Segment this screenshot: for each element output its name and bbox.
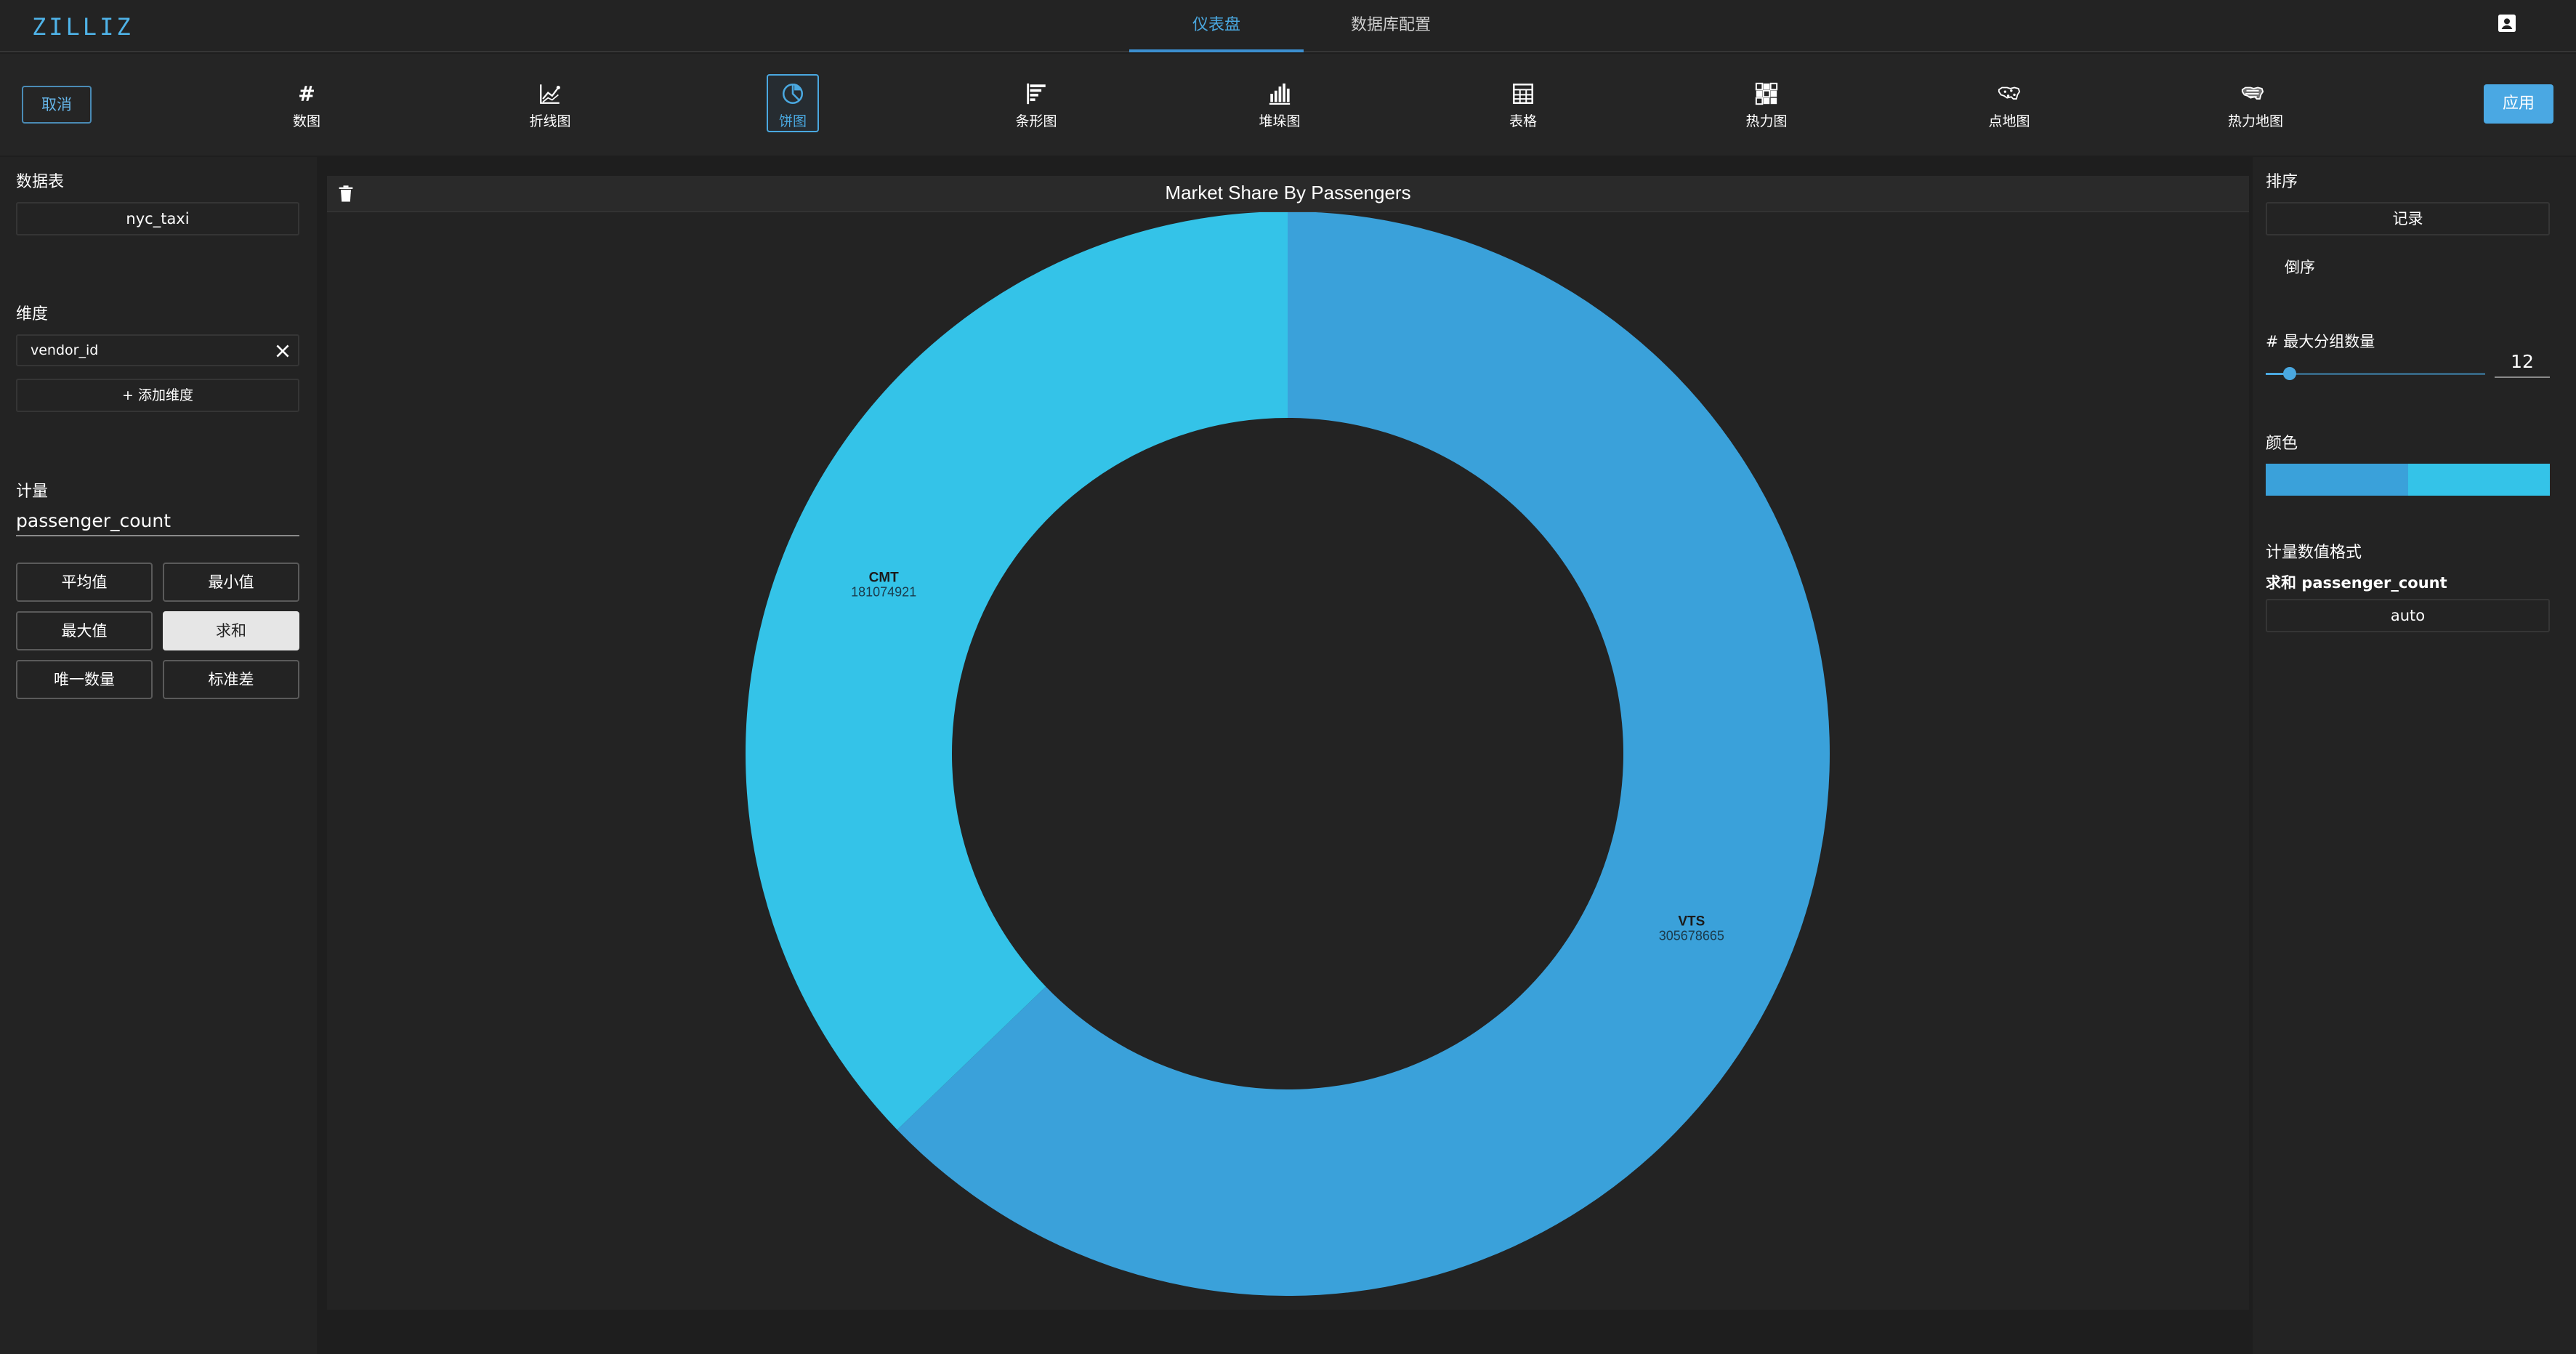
max-groups-slider-knob[interactable] — [2283, 367, 2296, 380]
color-swatch — [2407, 464, 2550, 496]
agg-sum-button[interactable]: 求和 — [163, 611, 299, 650]
bar-chart-icon — [1027, 83, 1046, 105]
point-map-icon — [1998, 86, 2021, 100]
max-groups-input[interactable]: 12 — [2495, 349, 2550, 378]
max-groups-slider-track[interactable] — [2266, 373, 2485, 375]
svg-text:#: # — [298, 82, 315, 106]
account-box-icon[interactable] — [2495, 12, 2519, 35]
chart-type-stacked[interactable]: 堆垛图 — [1253, 74, 1306, 132]
heat-map-icon — [2241, 86, 2264, 100]
top-nav: ZILLIZ 仪表盘 数据库配置 — [0, 0, 2576, 52]
format-measure-label: 求和 passenger_count — [2266, 574, 2447, 592]
cancel-button[interactable]: 取消 — [22, 86, 92, 124]
close-icon[interactable] — [273, 342, 292, 360]
sort-order-toggle[interactable]: 倒序 — [2285, 256, 2315, 278]
left-config-panel: 数据表 nyc_taxi 维度 vendor_id + 添加维度 计量 pass… — [0, 157, 317, 1354]
chart-card: Market Share By Passengers VTS 305678665 C… — [327, 176, 2249, 1310]
format-select[interactable]: auto — [2266, 599, 2550, 632]
table-section-title: 数据表 — [16, 173, 65, 191]
chart-type-point-map[interactable]: 点地图 — [1983, 74, 2035, 132]
table-select[interactable]: nyc_taxi — [16, 202, 299, 235]
chart-type-label: 堆垛图 — [1259, 113, 1301, 129]
chart-type-label: 点地图 — [1988, 113, 2030, 129]
slice-value-label: 181074921 — [851, 585, 916, 600]
pie-slice-cmt[interactable] — [746, 212, 1288, 1130]
tab-database-config[interactable]: 数据库配置 — [1304, 0, 1478, 52]
slice-label: CMT — [869, 571, 900, 586]
chart-type-label: 数图 — [292, 113, 320, 129]
chart-type-label: 热力图 — [1745, 113, 1788, 129]
hash-icon: # — [298, 82, 315, 106]
slice-value-label: 305678665 — [1659, 928, 1724, 943]
chart-type-bar[interactable]: 条形图 — [1010, 74, 1062, 132]
chart-type-label: 折线图 — [529, 113, 571, 129]
chart-type-table[interactable]: 表格 — [1497, 74, 1549, 132]
chart-type-heatmap[interactable]: 热力图 — [1740, 74, 1793, 132]
chart-toolbar: 取消 # 数图 折线图 饼图 条形图 堆垛图 表格 热力图 点地图 热力地图 应… — [0, 54, 2576, 156]
format-section-title: 计量数值格式 — [2266, 544, 2362, 562]
table-icon — [1512, 83, 1534, 105]
apply-button[interactable]: 应用 — [2484, 84, 2553, 124]
dimension-value: vendor_id — [31, 342, 99, 358]
agg-avg-button[interactable]: 平均值 — [16, 563, 153, 602]
slice-label: VTS — [1678, 914, 1705, 929]
heatmap-icon — [1755, 82, 1778, 105]
chart-title: Market Share By Passengers — [1165, 182, 1411, 203]
add-dimension-button[interactable]: + 添加维度 — [16, 379, 299, 412]
stacked-chart-icon — [1269, 83, 1291, 105]
chart-type-heat-map[interactable]: 热力地图 — [2226, 74, 2284, 132]
agg-unique-button[interactable]: 唯一数量 — [16, 660, 153, 699]
chart-type-label: 热力地图 — [2228, 113, 2284, 129]
tab-dashboard[interactable]: 仪表盘 — [1129, 0, 1304, 52]
agg-max-button[interactable]: 最大值 — [16, 611, 153, 650]
chart-header: Market Share By Passengers — [327, 176, 2249, 212]
dimension-chip[interactable]: vendor_id — [16, 334, 299, 366]
measure-field[interactable]: passenger_count — [16, 510, 299, 536]
color-swatch — [2266, 464, 2408, 496]
pie-chart: VTS305678665 CMT181074921 — [746, 212, 1830, 1296]
chart-type-pie[interactable]: 饼图 — [767, 74, 819, 132]
zilliz-logo[interactable]: ZILLIZ — [32, 13, 134, 41]
sort-select[interactable]: 记录 — [2266, 202, 2550, 235]
color-palette-picker[interactable] — [2266, 464, 2550, 496]
color-section-title: 颜色 — [2266, 435, 2298, 453]
max-groups-title: # 最大分组数量 — [2266, 333, 2375, 350]
chart-type-label: 表格 — [1509, 113, 1537, 129]
dimension-section-title: 维度 — [16, 305, 49, 323]
chart-type-number[interactable]: # 数图 — [280, 74, 333, 132]
right-config-panel: 排序 记录 倒序 # 最大分组数量 12 颜色 计量数值格式 求和 passen… — [2253, 157, 2576, 1354]
agg-min-button[interactable]: 最小值 — [163, 563, 299, 602]
agg-stddev-button[interactable]: 标准差 — [163, 660, 299, 699]
chart-type-label: 条形图 — [1015, 113, 1057, 129]
pie-chart-icon — [782, 83, 804, 105]
chart-type-line[interactable]: 折线图 — [524, 74, 576, 132]
sort-section-title: 排序 — [2266, 173, 2298, 191]
line-chart-icon — [540, 84, 560, 104]
chart-type-label: 饼图 — [778, 113, 807, 129]
measure-section-title: 计量 — [16, 483, 49, 501]
